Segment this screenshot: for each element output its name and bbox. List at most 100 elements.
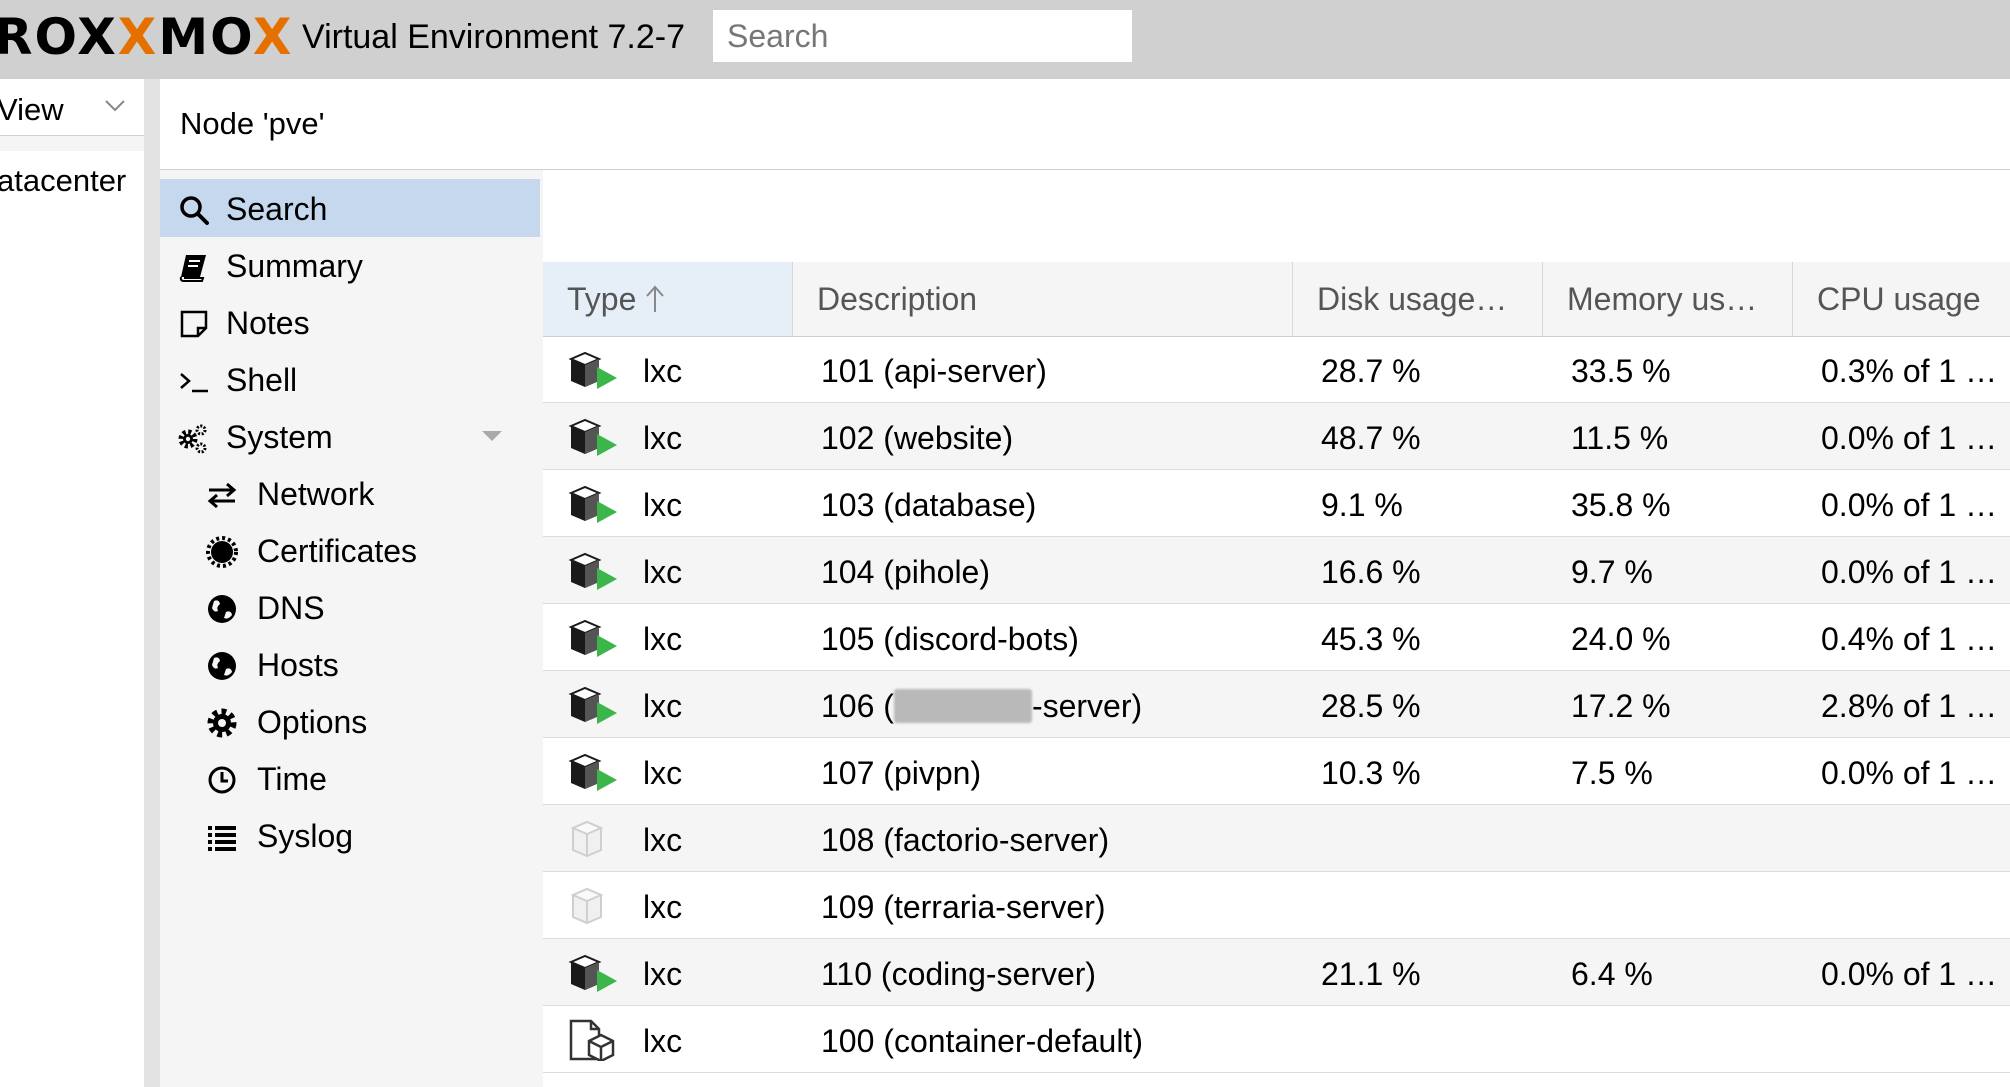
menu-item-summary[interactable]: Summary [160,236,540,294]
container-running-icon [568,351,617,389]
menu-item-hosts[interactable]: Hosts [160,635,540,693]
table-row[interactable]: lxc 100 (container-default) [543,1006,2010,1073]
cell-type: lxc [643,554,683,590]
cell-type: lxc [643,822,683,858]
container-running-icon [568,686,617,724]
panel-splitter[interactable] [144,79,160,1087]
menu-item-label: DNS [257,590,325,626]
page-title: Node 'pve' [180,106,325,141]
column-header-description[interactable]: Description [793,262,1293,336]
exchange-icon [207,482,237,509]
menu-item-system[interactable]: System [160,407,540,465]
menu-item-label: Options [257,704,368,740]
menu-item-options[interactable]: Options [160,692,540,750]
cell-cpu-usage: 0.0% of 1 … [1821,554,1998,590]
globe-icon [208,652,236,680]
cell-description: 102 (website) [821,420,1013,457]
column-header-type[interactable]: Type [543,262,793,336]
chevron-down-icon [105,100,125,112]
description-text: 100 (container-default) [821,1023,1143,1059]
container-running-icon [568,485,617,523]
table-row[interactable]: lxc 102 (website) 48.7 % 11.5 % 0.0% of 1 … [543,403,2010,470]
cell-memory-usage: 24.0 % [1571,621,1671,657]
container-template-icon [569,1019,615,1061]
tree-item-datacenter[interactable]: atacenter [0,163,126,199]
container-running-icon [568,552,617,590]
terminal-icon [180,373,208,393]
menu-item-notes[interactable]: Notes [160,293,540,351]
grid-header: Type Description Disk usage… Memory us… … [543,262,2010,337]
certificate-icon [206,536,238,568]
menu-item-dns[interactable]: DNS [160,578,540,636]
container-running-icon [568,619,617,657]
redacted-text [893,689,1032,723]
cell-disk-usage: 9.1 % [1321,487,1403,523]
cell-description: 103 (database) [821,487,1036,524]
column-header-cpu-usage[interactable]: CPU usage [1793,262,2010,336]
menu-item-label: Search [226,191,328,227]
menu-item-label: Shell [226,362,298,398]
global-search-input[interactable] [712,9,1133,63]
cell-description: 109 (terraria-server) [821,889,1106,926]
table-row[interactable]: lxc 106 (-server) 28.5 % 17.2 % 2.8% of 1 … [543,671,2010,738]
cell-disk-usage: 16.6 % [1321,554,1421,590]
cell-cpu-usage: 0.0% of 1 … [1821,420,1998,456]
cell-description: 100 (container-default) [821,1023,1143,1060]
gear-icon [207,708,237,738]
table-row[interactable]: lxc 108 (factorio-server) [543,805,2010,872]
cell-description: 107 (pivpn) [821,755,981,792]
menu-item-search[interactable]: Search [160,179,540,237]
gears-icon [178,424,207,454]
list-icon [208,826,236,851]
app-title: Virtual Environment 7.2-7 [302,18,686,56]
view-selector[interactable]: View [0,79,144,136]
description-text: 104 (pihole) [821,554,990,590]
menu-item-network[interactable]: Network [160,464,540,522]
view-selector-label: View [0,92,64,127]
cell-memory-usage: 35.8 % [1571,487,1671,523]
proxmox-logo[interactable]: ROXXMOX [0,12,293,62]
cell-cpu-usage: 0.4% of 1 … [1821,621,1998,657]
search-results-grid: Type Description Disk usage… Memory us… … [543,170,2010,1087]
menu-item-time[interactable]: Time [160,749,540,807]
container-stopped-icon [570,820,604,858]
cell-disk-usage: 48.7 % [1321,420,1421,456]
menu-item-label: Network [257,476,375,512]
caret-down-icon[interactable] [480,429,504,443]
column-header-disk-usage[interactable]: Disk usage… [1293,262,1543,336]
cell-description: 101 (api-server) [821,353,1047,390]
menu-item-shell[interactable]: Shell [160,350,540,408]
table-row[interactable]: lxc 110 (coding-server) 21.1 % 6.4 % 0.0% of… [543,939,2010,1006]
cell-description: 110 (coding-server) [821,956,1096,993]
description-text: 105 (discord-bots) [821,621,1079,657]
cell-cpu-usage: 2.8% of 1 … [1821,688,1998,724]
cell-type: lxc [643,353,683,389]
table-row[interactable]: lxc 107 (pivpn) 10.3 % 7.5 % 0.0% of 1 … [543,738,2010,805]
clock-icon [208,766,236,794]
cell-disk-usage: 28.5 % [1321,688,1421,724]
book-icon [179,255,206,282]
note-icon [180,310,208,338]
cell-type: lxc [643,688,683,724]
cell-disk-usage: 45.3 % [1321,621,1421,657]
menu-item-label: System [226,419,333,455]
cell-type: lxc [643,420,683,456]
table-row[interactable]: lxc 105 (discord-bots) 45.3 % 24.0 % 0.4% of… [543,604,2010,671]
cell-memory-usage: 9.7 % [1571,554,1653,590]
menu-item-label: Time [257,761,327,797]
search-icon [180,196,209,225]
container-running-icon [568,418,617,456]
menu-item-certificates[interactable]: Certificates [160,521,540,579]
node-header: Node 'pve' [160,79,2010,170]
menu-item-syslog[interactable]: Syslog [160,806,540,864]
table-row[interactable]: lxc 101 (api-server) 28.7 % 33.5 % 0.3% of 1… [543,336,2010,403]
table-row[interactable]: lxc 103 (database) 9.1 % 35.8 % 0.0% of 1 … [543,470,2010,537]
table-row[interactable]: lxc 109 (terraria-server) [543,872,2010,939]
cell-memory-usage: 6.4 % [1571,956,1653,992]
cell-cpu-usage: 0.0% of 1 … [1821,956,1998,992]
top-bar: ROXXMOX Virtual Environment 7.2-7 [0,0,2010,79]
cell-memory-usage: 11.5 % [1571,420,1669,456]
table-row[interactable]: lxc 104 (pihole) 16.6 % 9.7 % 0.0% of 1 … [543,537,2010,604]
cell-disk-usage: 28.7 % [1321,353,1421,389]
column-header-memory-usage[interactable]: Memory us… [1543,262,1793,336]
